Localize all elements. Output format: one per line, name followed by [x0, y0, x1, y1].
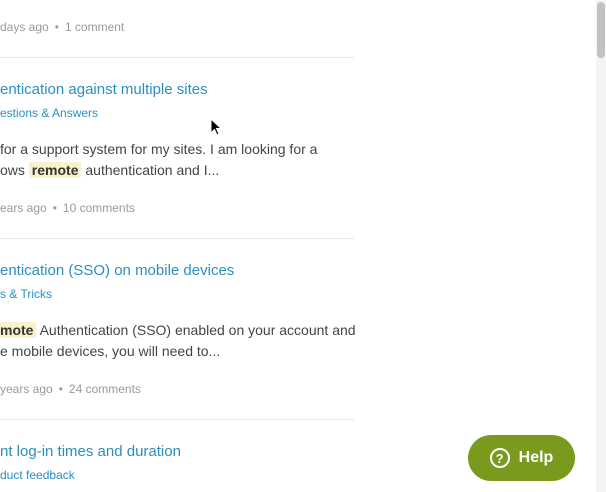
meta-separator-dot: •	[52, 201, 57, 215]
result-snippet-line: mote Authentication (SSO) enabled on you…	[0, 320, 356, 341]
result-divider	[0, 238, 354, 239]
result-meta: days ago • 1 comment	[0, 20, 124, 34]
result-comment-count[interactable]: 1 comment	[65, 20, 124, 34]
result-time: years ago	[0, 382, 53, 396]
help-button[interactable]: ? Help	[468, 435, 575, 481]
scrollbar-thumb[interactable]	[597, 2, 605, 58]
snippet-text: ows	[0, 162, 29, 178]
meta-separator-dot: •	[54, 20, 59, 34]
snippet-text: for a support system for my sites. I am …	[0, 141, 318, 157]
result-time: ears ago	[0, 201, 47, 215]
result-divider	[0, 419, 354, 420]
question-circle-icon: ?	[489, 448, 510, 468]
result-meta: ears ago • 10 comments	[0, 201, 135, 215]
snippet-text: authentication and I...	[81, 162, 220, 178]
result-category-link[interactable]: duct feedback	[0, 468, 75, 482]
result-divider	[0, 57, 354, 58]
snippet-text: e mobile devices, you will need to...	[0, 343, 221, 359]
snippet-text: Authentication (SSO) enabled on your acc…	[36, 322, 356, 338]
meta-separator-dot: •	[58, 382, 63, 396]
result-title-link[interactable]: entication (SSO) on mobile devices	[0, 262, 234, 279]
result-snippet-line: ows remote authentication and I...	[0, 160, 219, 181]
result-comment-count[interactable]: 24 comments	[69, 382, 141, 396]
search-term-highlight: mote	[0, 322, 37, 338]
result-category-link[interactable]: s & Tricks	[0, 287, 52, 301]
result-title-link[interactable]: nt log-in times and duration	[0, 443, 181, 460]
result-comment-count[interactable]: 10 comments	[63, 201, 135, 215]
vertical-scrollbar[interactable]	[596, 0, 606, 492]
search-term-highlight: remote	[28, 162, 82, 178]
result-meta: years ago • 24 comments	[0, 382, 141, 396]
help-button-label: Help	[518, 449, 554, 466]
result-snippet-line: e mobile devices, you will need to...	[0, 341, 220, 362]
result-time: days ago	[0, 20, 49, 34]
mouse-cursor-icon	[210, 118, 222, 136]
result-title-link[interactable]: entication against multiple sites	[0, 81, 208, 98]
result-snippet-line: for a support system for my sites. I am …	[0, 139, 317, 160]
result-category-link[interactable]: estions & Answers	[0, 106, 98, 120]
